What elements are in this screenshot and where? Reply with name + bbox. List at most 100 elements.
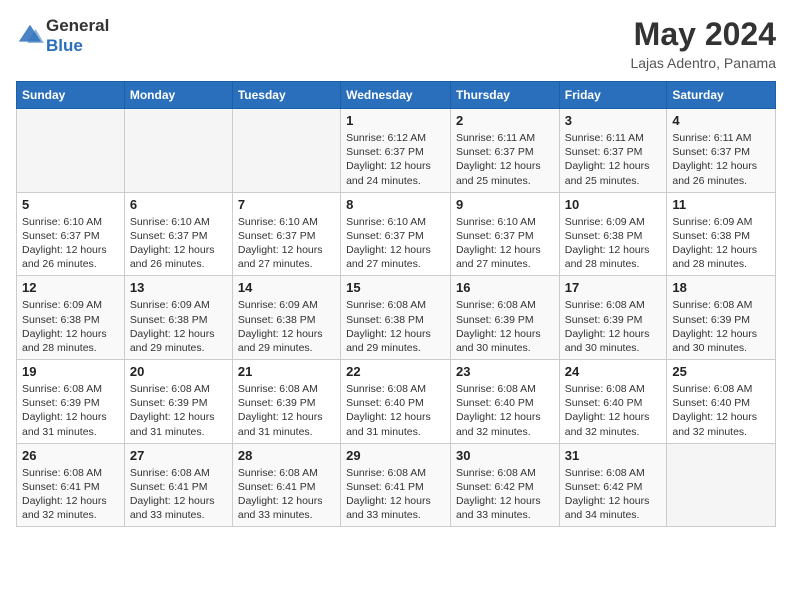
day-info: Sunrise: 6:08 AM Sunset: 6:42 PM Dayligh… <box>456 466 554 523</box>
day-info: Sunrise: 6:10 AM Sunset: 6:37 PM Dayligh… <box>130 215 227 272</box>
day-info: Sunrise: 6:11 AM Sunset: 6:37 PM Dayligh… <box>565 131 662 188</box>
calendar-cell: 29Sunrise: 6:08 AM Sunset: 6:41 PM Dayli… <box>341 443 451 527</box>
calendar-cell: 22 Sunrise: 6:08 AM Sunset: 6:40 PM Dayli… <box>341 360 451 444</box>
day-info: Sunrise: 6:08 AM Sunset: 6:38 PM Dayligh… <box>346 298 445 355</box>
day-number: 27 <box>130 448 227 463</box>
calendar-cell: 23 Sunrise: 6:08 AM Sunset: 6:40 PM Dayli… <box>450 360 559 444</box>
day-number: 5 <box>22 197 119 212</box>
day-number: 21 <box>238 364 335 379</box>
day-info: Sunrise: 6:08 AM Sunset: 6:39 PM Dayligh… <box>456 298 554 355</box>
day-number: 23 <box>456 364 554 379</box>
week-row-2: 5 Sunrise: 6:10 AM Sunset: 6:37 PM Daylig… <box>17 192 776 276</box>
day-info: Sunrise: 6:11 AM Sunset: 6:37 PM Dayligh… <box>672 131 770 188</box>
day-info: Sunrise: 6:10 AM Sunset: 6:37 PM Dayligh… <box>346 215 445 272</box>
logo-icon <box>16 22 44 50</box>
week-row-1: 1 Sunrise: 6:12 AM Sunset: 6:37 PM Daylig… <box>17 109 776 193</box>
day-number: 31 <box>565 448 662 463</box>
calendar-cell <box>232 109 340 193</box>
calendar-cell: 9 Sunrise: 6:10 AM Sunset: 6:37 PM Daylig… <box>450 192 559 276</box>
day-info: Sunrise: 6:11 AM Sunset: 6:37 PM Dayligh… <box>456 131 554 188</box>
day-number: 6 <box>130 197 227 212</box>
day-info: Sunrise: 6:08 AM Sunset: 6:39 PM Dayligh… <box>22 382 119 439</box>
calendar-cell: 28Sunrise: 6:08 AM Sunset: 6:41 PM Dayli… <box>232 443 340 527</box>
day-info: Sunrise: 6:08 AM Sunset: 6:40 PM Dayligh… <box>565 382 662 439</box>
day-info: Sunrise: 6:09 AM Sunset: 6:38 PM Dayligh… <box>565 215 662 272</box>
col-header-saturday: Saturday <box>667 82 776 109</box>
calendar-cell <box>124 109 232 193</box>
logo-text: General Blue <box>46 16 109 56</box>
day-info: Sunrise: 6:12 AM Sunset: 6:37 PM Dayligh… <box>346 131 445 188</box>
calendar-cell <box>17 109 125 193</box>
day-number: 14 <box>238 280 335 295</box>
calendar-cell: 27Sunrise: 6:08 AM Sunset: 6:41 PM Dayli… <box>124 443 232 527</box>
day-number: 10 <box>565 197 662 212</box>
day-info: Sunrise: 6:10 AM Sunset: 6:37 PM Dayligh… <box>238 215 335 272</box>
calendar-table: SundayMondayTuesdayWednesdayThursdayFrid… <box>16 81 776 527</box>
calendar-cell <box>667 443 776 527</box>
day-info: Sunrise: 6:08 AM Sunset: 6:41 PM Dayligh… <box>22 466 119 523</box>
day-info: Sunrise: 6:10 AM Sunset: 6:37 PM Dayligh… <box>22 215 119 272</box>
day-info: Sunrise: 6:09 AM Sunset: 6:38 PM Dayligh… <box>130 298 227 355</box>
day-number: 22 <box>346 364 445 379</box>
day-info: Sunrise: 6:08 AM Sunset: 6:40 PM Dayligh… <box>456 382 554 439</box>
calendar-cell: 19Sunrise: 6:08 AM Sunset: 6:39 PM Dayli… <box>17 360 125 444</box>
location: Lajas Adentro, Panama <box>630 55 776 71</box>
calendar-cell: 21 Sunrise: 6:08 AM Sunset: 6:39 PM Dayli… <box>232 360 340 444</box>
calendar-cell: 31 Sunrise: 6:08 AM Sunset: 6:42 PM Dayli… <box>559 443 667 527</box>
calendar-cell: 20Sunrise: 6:08 AM Sunset: 6:39 PM Dayli… <box>124 360 232 444</box>
day-number: 28 <box>238 448 335 463</box>
col-header-tuesday: Tuesday <box>232 82 340 109</box>
day-info: Sunrise: 6:08 AM Sunset: 6:39 PM Dayligh… <box>238 382 335 439</box>
logo: General Blue <box>16 16 109 56</box>
calendar-cell: 16 Sunrise: 6:08 AM Sunset: 6:39 PM Dayli… <box>450 276 559 360</box>
col-header-monday: Monday <box>124 82 232 109</box>
calendar-cell: 6 Sunrise: 6:10 AM Sunset: 6:37 PM Daylig… <box>124 192 232 276</box>
calendar-cell: 26Sunrise: 6:08 AM Sunset: 6:41 PM Dayli… <box>17 443 125 527</box>
calendar-cell: 11 Sunrise: 6:09 AM Sunset: 6:38 PM Dayli… <box>667 192 776 276</box>
calendar-cell: 30Sunrise: 6:08 AM Sunset: 6:42 PM Dayli… <box>450 443 559 527</box>
calendar-cell: 14Sunrise: 6:09 AM Sunset: 6:38 PM Dayli… <box>232 276 340 360</box>
title-block: May 2024 Lajas Adentro, Panama <box>630 16 776 71</box>
calendar-cell: 4 Sunrise: 6:11 AM Sunset: 6:37 PM Daylig… <box>667 109 776 193</box>
day-number: 2 <box>456 113 554 128</box>
day-number: 13 <box>130 280 227 295</box>
day-number: 7 <box>238 197 335 212</box>
day-info: Sunrise: 6:08 AM Sunset: 6:42 PM Dayligh… <box>565 466 662 523</box>
calendar-cell: 1 Sunrise: 6:12 AM Sunset: 6:37 PM Daylig… <box>341 109 451 193</box>
day-number: 25 <box>672 364 770 379</box>
calendar-cell: 17Sunrise: 6:08 AM Sunset: 6:39 PM Dayli… <box>559 276 667 360</box>
day-number: 15 <box>346 280 445 295</box>
day-info: Sunrise: 6:08 AM Sunset: 6:40 PM Dayligh… <box>346 382 445 439</box>
day-info: Sunrise: 6:08 AM Sunset: 6:39 PM Dayligh… <box>672 298 770 355</box>
calendar-cell: 10 Sunrise: 6:09 AM Sunset: 6:38 PM Dayli… <box>559 192 667 276</box>
day-number: 16 <box>456 280 554 295</box>
day-number: 11 <box>672 197 770 212</box>
col-header-friday: Friday <box>559 82 667 109</box>
day-info: Sunrise: 6:09 AM Sunset: 6:38 PM Dayligh… <box>672 215 770 272</box>
day-info: Sunrise: 6:10 AM Sunset: 6:37 PM Dayligh… <box>456 215 554 272</box>
col-header-wednesday: Wednesday <box>341 82 451 109</box>
calendar-cell: 13 Sunrise: 6:09 AM Sunset: 6:38 PM Dayli… <box>124 276 232 360</box>
calendar-cell: 2 Sunrise: 6:11 AM Sunset: 6:37 PM Daylig… <box>450 109 559 193</box>
calendar-cell: 7 Sunrise: 6:10 AM Sunset: 6:37 PM Daylig… <box>232 192 340 276</box>
day-number: 8 <box>346 197 445 212</box>
col-header-thursday: Thursday <box>450 82 559 109</box>
page-header: General Blue May 2024 Lajas Adentro, Pan… <box>16 16 776 71</box>
calendar-cell: 8 Sunrise: 6:10 AM Sunset: 6:37 PM Daylig… <box>341 192 451 276</box>
calendar-cell: 24 Sunrise: 6:08 AM Sunset: 6:40 PM Dayli… <box>559 360 667 444</box>
calendar-cell: 15 Sunrise: 6:08 AM Sunset: 6:38 PM Dayli… <box>341 276 451 360</box>
month-title: May 2024 <box>630 16 776 53</box>
day-number: 24 <box>565 364 662 379</box>
day-info: Sunrise: 6:08 AM Sunset: 6:39 PM Dayligh… <box>130 382 227 439</box>
day-info: Sunrise: 6:08 AM Sunset: 6:40 PM Dayligh… <box>672 382 770 439</box>
day-number: 1 <box>346 113 445 128</box>
day-number: 4 <box>672 113 770 128</box>
day-number: 12 <box>22 280 119 295</box>
day-info: Sunrise: 6:09 AM Sunset: 6:38 PM Dayligh… <box>22 298 119 355</box>
week-row-4: 19Sunrise: 6:08 AM Sunset: 6:39 PM Dayli… <box>17 360 776 444</box>
calendar-cell: 3Sunrise: 6:11 AM Sunset: 6:37 PM Daylig… <box>559 109 667 193</box>
calendar-cell: 12 Sunrise: 6:09 AM Sunset: 6:38 PM Dayli… <box>17 276 125 360</box>
calendar-cell: 5 Sunrise: 6:10 AM Sunset: 6:37 PM Daylig… <box>17 192 125 276</box>
col-header-sunday: Sunday <box>17 82 125 109</box>
day-number: 9 <box>456 197 554 212</box>
